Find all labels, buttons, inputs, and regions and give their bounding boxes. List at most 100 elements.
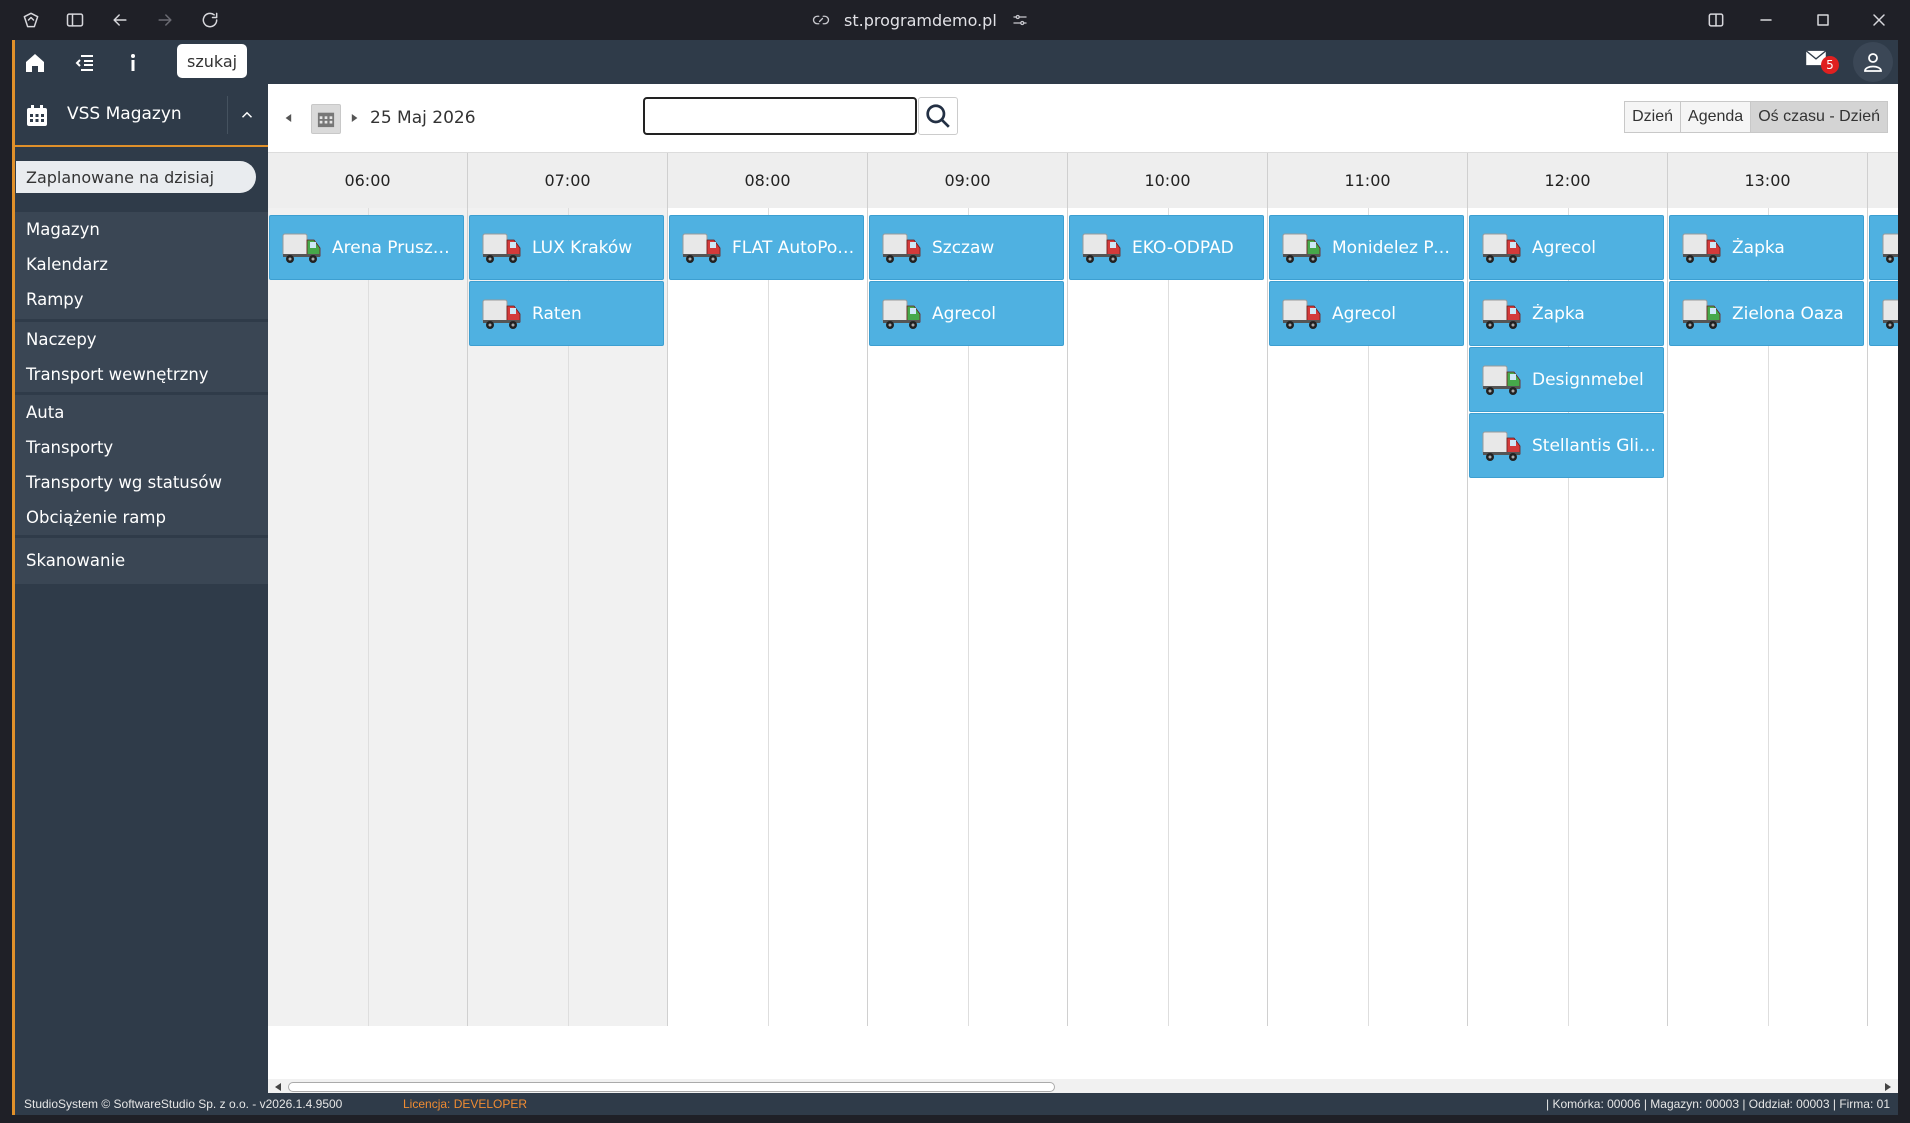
sidebar-group-2: Naczepy Transport wewnętrzny (15, 322, 268, 392)
search-button[interactable] (918, 97, 958, 135)
transport-event[interactable]: Raten (469, 281, 664, 346)
event-label: Agrecol (932, 303, 996, 324)
split-view-icon[interactable] (1704, 8, 1728, 32)
scroll-right-icon[interactable] (1883, 1082, 1893, 1092)
search-icon (926, 104, 950, 128)
event-label: FLAT AutoPolar (732, 237, 857, 258)
event-label: Designmebel (1532, 369, 1644, 390)
search-input[interactable] (643, 97, 917, 135)
event-label: EKO-ODPAD (1132, 237, 1234, 258)
status-license: Licencja: DEVELOPER (403, 1097, 528, 1111)
sidebar-item-magazyn[interactable]: Magazyn (15, 212, 268, 247)
sidebar-item-transport-wewnetrzny[interactable]: Transport wewnętrzny (15, 357, 268, 392)
next-day-button[interactable] (348, 108, 362, 128)
timeline-column[interactable] (668, 208, 868, 1026)
transport-event[interactable]: Agrecol (1469, 215, 1664, 280)
transport-event[interactable]: Agrecol (1269, 281, 1464, 346)
event-label: Żapka (1532, 303, 1585, 324)
transport-event[interactable]: Monidelez Polska (1269, 215, 1464, 280)
calendar-icon (27, 105, 47, 126)
transport-event[interactable]: Żapka (1469, 281, 1664, 346)
status-bar: StudioSystem © SoftwareStudio Sp. z o.o.… (15, 1093, 1898, 1115)
timeline: 06:00 07:00 08:00 09:00 10:00 11:00 12:00 13:00… (268, 152, 1898, 1080)
event-label: Monidelez Polska (1332, 237, 1457, 258)
minimize-icon[interactable] (1754, 8, 1778, 32)
status-context: | Komórka: 00006 | Magazyn: 00003 | Oddz… (1546, 1097, 1890, 1111)
sidebar-group-1: Magazyn Kalendarz Rampy (15, 212, 268, 319)
date-toolbar: 25 Maj 2026 Dzień Agenda Oś czasu - Dzie… (268, 84, 1898, 152)
transport-event[interactable]: Arena Pruszków (269, 215, 464, 280)
search-tooltip[interactable]: szukaj (177, 44, 248, 78)
sidebar-collapse-button[interactable] (227, 96, 265, 134)
menu-collapse-icon[interactable] (72, 50, 98, 76)
hour-header: 06:00 (268, 153, 468, 208)
mail-button[interactable]: 5 (1805, 50, 1841, 76)
sidebar-item-rampy[interactable]: Rampy (15, 282, 268, 317)
site-settings-icon[interactable] (1011, 11, 1029, 29)
hour-header: 07:00 (468, 153, 668, 208)
event-label: Agrecol (1532, 237, 1596, 258)
user-menu-button[interactable] (1853, 42, 1893, 82)
back-icon[interactable] (108, 8, 132, 32)
transport-event[interactable]: Szczaw (869, 215, 1064, 280)
hour-header: 09:00 (868, 153, 1068, 208)
transport-event[interactable]: Agrecol (869, 281, 1064, 346)
app-topbar: szukaj 5 (15, 40, 1898, 84)
transport-event[interactable]: Zielona Oaza (1669, 281, 1864, 346)
current-date: 25 Maj 2026 (370, 108, 476, 128)
transport-event-partial[interactable] (1869, 281, 1898, 346)
timeline-column[interactable] (268, 208, 468, 1026)
sidebar-item-naczepy[interactable]: Naczepy (15, 322, 268, 357)
transport-event-partial[interactable] (1869, 215, 1898, 280)
sidebar-item-today[interactable]: Zaplanowane na dzisiaj (16, 161, 256, 193)
sidebar-item-kalendarz[interactable]: Kalendarz (15, 247, 268, 282)
user-icon (1864, 53, 1882, 72)
sidebar-header: VSS Magazyn (15, 84, 268, 147)
hour-header: 12:00 (1468, 153, 1668, 208)
url-text: st.programdemo.pl (844, 10, 997, 30)
scroll-left-icon[interactable] (273, 1082, 283, 1092)
red-truck-icon (1082, 230, 1122, 266)
scrollbar-thumb[interactable] (288, 1082, 1055, 1092)
view-agenda-button[interactable]: Agenda (1681, 101, 1752, 133)
timeline-column[interactable] (1068, 208, 1268, 1026)
sidebar-item-transporty-wg-statusow[interactable]: Transporty wg statusów (15, 465, 268, 500)
sidebar-toggle-icon[interactable] (63, 8, 87, 32)
green-truck-icon (282, 230, 322, 266)
sidebar-item-transporty[interactable]: Transporty (15, 430, 268, 465)
address-bar[interactable]: st.programdemo.pl (812, 8, 1029, 32)
sidebar-item-skanowanie[interactable]: Skanowanie (15, 543, 268, 578)
caret-left-icon (285, 114, 292, 122)
reload-icon[interactable] (198, 8, 222, 32)
close-icon[interactable] (1867, 8, 1891, 32)
calendar-grid-icon (317, 112, 335, 128)
view-day-button[interactable]: Dzień (1624, 101, 1682, 133)
transport-event[interactable]: Designmebel (1469, 347, 1664, 412)
event-label: Arena Pruszków (332, 237, 457, 258)
link-icon (812, 15, 830, 25)
calendar-picker-button[interactable] (311, 104, 341, 134)
home-icon[interactable] (22, 50, 48, 76)
hour-header: 08:00 (668, 153, 868, 208)
transport-event[interactable]: LUX Kraków (469, 215, 664, 280)
red-truck-icon (482, 296, 522, 332)
view-timeline-day-button[interactable]: Oś czasu - Dzień (1751, 101, 1888, 133)
browser-logo-icon[interactable] (19, 8, 43, 32)
forward-icon[interactable] (153, 8, 177, 32)
transport-event[interactable]: Żapka (1669, 215, 1864, 280)
hour-header (1868, 153, 1898, 208)
sidebar-item-auta[interactable]: Auta (15, 395, 268, 430)
red-truck-icon (882, 230, 922, 266)
prev-day-button[interactable] (281, 108, 295, 128)
red-truck-icon (1682, 230, 1722, 266)
transport-event[interactable]: FLAT AutoPolar (669, 215, 864, 280)
transport-event[interactable]: EKO-ODPAD (1069, 215, 1264, 280)
info-icon[interactable] (120, 50, 146, 76)
maximize-icon[interactable] (1811, 8, 1835, 32)
transport-event[interactable]: Stellantis Gliwice (1469, 413, 1664, 478)
event-label: Zielona Oaza (1732, 303, 1844, 324)
app-window: szukaj 5 VSS Magazyn Zaplanowane na dzis… (12, 40, 1898, 1115)
caret-right-icon (351, 114, 358, 122)
sidebar-item-obciazenie-ramp[interactable]: Obciążenie ramp (15, 500, 268, 535)
green-truck-icon (1282, 230, 1322, 266)
